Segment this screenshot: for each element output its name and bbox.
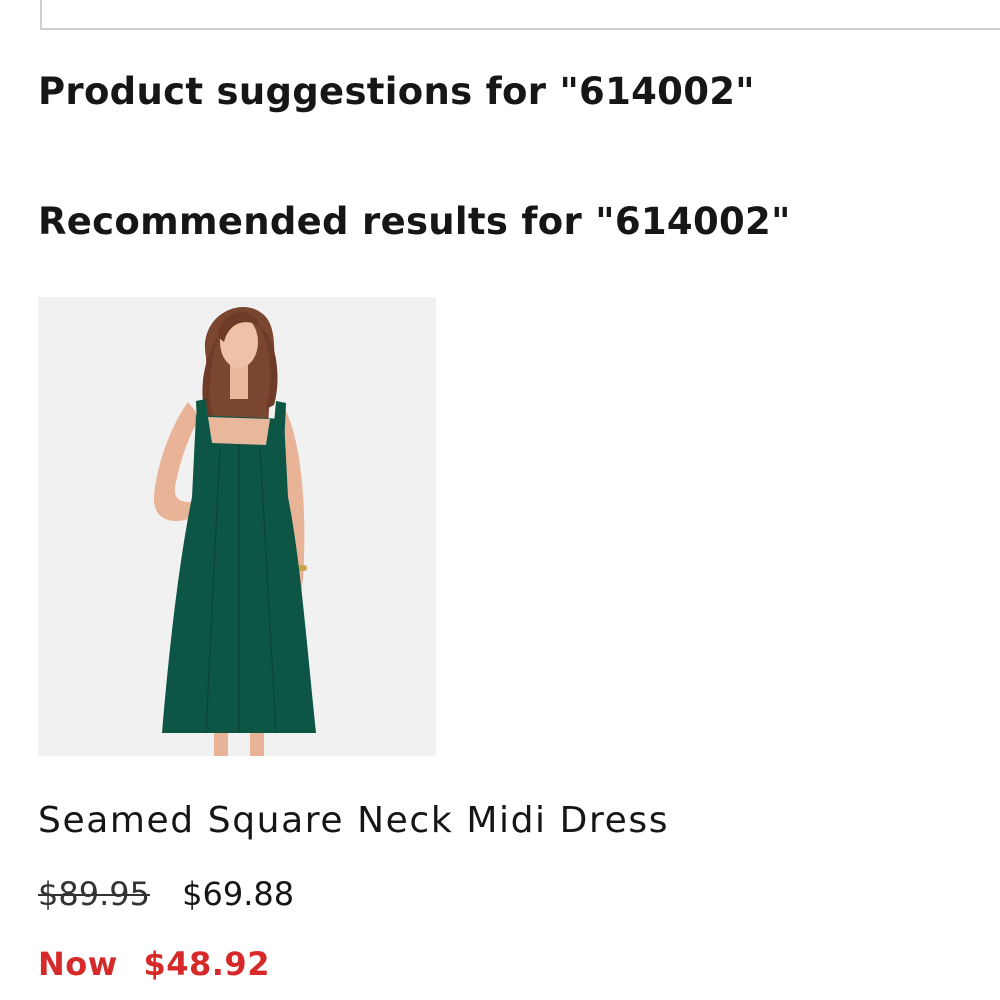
search-results-page: Product suggestions for "614002" Recomme… [0,0,1000,1000]
product-card[interactable]: Seamed Square Neck Midi Dress $89.95 $69… [38,297,758,997]
recommended-results-heading: Recommended results for "614002" [38,200,791,243]
search-input[interactable] [40,0,1000,30]
product-name[interactable]: Seamed Square Neck Midi Dress [38,800,669,841]
product-image[interactable] [38,297,436,756]
now-price: $48.92 [143,945,270,983]
product-suggestions-heading: Product suggestions for "614002" [38,70,755,113]
now-price-row: Now $48.92 [38,945,270,983]
price-row: $89.95 $69.88 [38,875,294,913]
now-label: Now [38,945,118,983]
sale-price: $69.88 [182,875,295,913]
dress-photo-icon [38,297,436,756]
original-price: $89.95 [38,875,150,913]
